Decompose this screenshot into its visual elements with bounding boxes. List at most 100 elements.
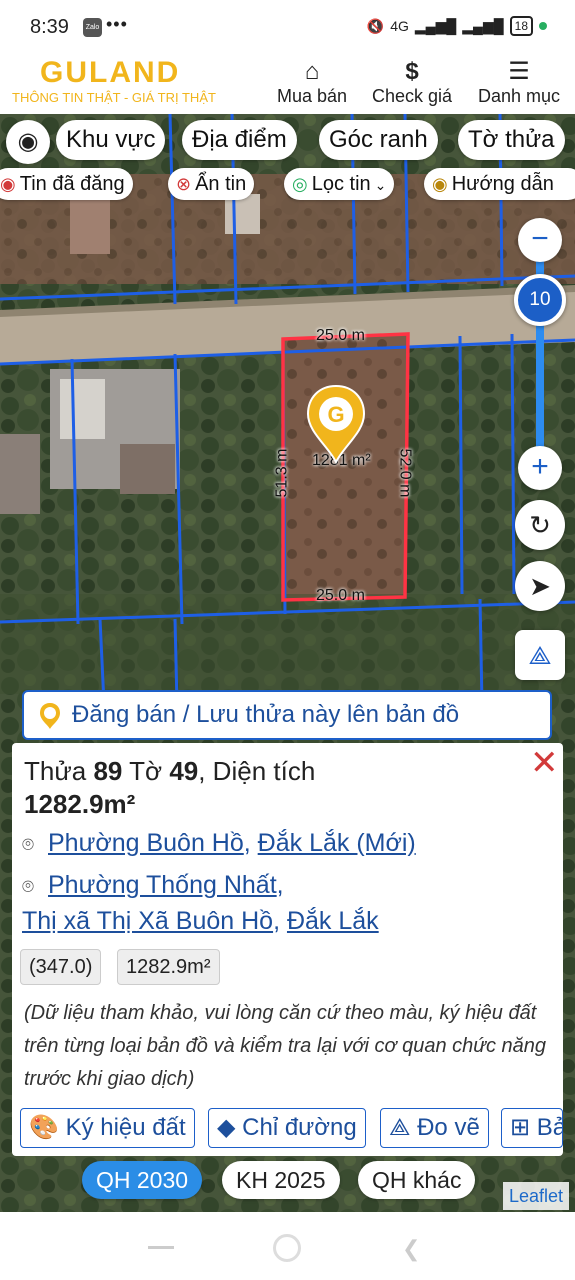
- guland-logo[interactable]: GULAND: [40, 56, 180, 90]
- directions-icon: ◆: [217, 1114, 236, 1141]
- location-pin-icon: ⌾: [22, 834, 34, 856]
- plot-number: 89: [93, 756, 123, 786]
- old-province-link[interactable]: Đắk Lắk: [287, 907, 379, 935]
- navigation-arrow-icon: ➤: [529, 571, 551, 601]
- directions-label: Chỉ đường: [242, 1114, 357, 1141]
- signal-icon-2: ▂▄▆█: [462, 17, 504, 34]
- status-bar: 8:39 Zalo ••• 🔇 4G ▂▄▆█ ▂▄▆█ 18: [0, 0, 575, 56]
- locate-me-button[interactable]: ◉: [6, 120, 50, 164]
- mute-icon: 🔇: [366, 17, 385, 34]
- new-address: ⌾ Phường Buôn Hồ, Đắk Lắk (Mới): [22, 829, 416, 857]
- refresh-button[interactable]: ↻: [515, 500, 565, 550]
- palette-icon: 🎨: [29, 1114, 59, 1141]
- buy-sell-button[interactable]: ⌂ Mua bán: [272, 58, 352, 107]
- more-notifications-icon: •••: [106, 14, 128, 34]
- elevation-tag: (347.0): [20, 949, 102, 985]
- measure-button[interactable]: ⟁ Đo vẽ: [380, 1108, 489, 1148]
- category-label: Danh mục: [477, 86, 561, 106]
- plot-bottom-length: 25.0 m: [316, 587, 365, 604]
- filter-label: Lọc tin: [311, 173, 371, 195]
- tab-qh-2030[interactable]: QH 2030: [82, 1161, 203, 1199]
- land-symbols-label: Ký hiệu đất: [65, 1114, 186, 1141]
- signal-icon: ▂▄▆█: [414, 17, 457, 34]
- new-ward-link[interactable]: Phường Buôn Hồ: [48, 829, 244, 857]
- old-town-link[interactable]: Thị xã Thị Xã Buôn Hồ: [22, 907, 273, 935]
- guland-pin-small-icon: [40, 702, 60, 729]
- tab-kh-2025[interactable]: KH 2025: [222, 1161, 340, 1199]
- zoom-in-button[interactable]: +: [518, 446, 562, 490]
- guide-icon: ◉: [432, 174, 448, 194]
- location-pin-icon-2: ⌾: [22, 876, 34, 898]
- check-price-label: Check giá: [371, 86, 453, 106]
- directions-button[interactable]: ◆ Chỉ đường: [208, 1108, 366, 1148]
- land-symbols-button[interactable]: 🎨 Ký hiệu đất: [20, 1108, 195, 1148]
- hide-icon: ⊗: [176, 174, 192, 194]
- posted-listings-chip[interactable]: ◉ Tin đã đăng: [0, 168, 133, 200]
- hide-listings-chip[interactable]: ⊗ Ẩn tin: [168, 168, 255, 200]
- buy-sell-label: Mua bán: [276, 86, 348, 106]
- category-menu-button[interactable]: ☰ Danh mục: [472, 58, 566, 107]
- map-layer-button[interactable]: ⊞ Bả: [501, 1108, 563, 1148]
- crosshair-icon: ◉: [17, 128, 39, 155]
- hide-label: Ẩn tin: [195, 173, 247, 195]
- filter-icon: ◎: [292, 174, 308, 194]
- refresh-icon: ↻: [529, 510, 551, 540]
- navigate-button[interactable]: ➤: [515, 561, 565, 611]
- zalo-icon: Zalo: [83, 18, 102, 37]
- dollar-icon: $: [405, 58, 419, 85]
- measure-tool-button[interactable]: ⟁: [515, 630, 565, 680]
- plot-label: Thửa: [24, 756, 87, 786]
- guland-pin-icon[interactable]: G: [304, 384, 368, 464]
- plot-title: Thửa 89 Tờ 49, Diện tích: [24, 755, 315, 787]
- sheet-number: 49: [169, 756, 199, 786]
- posted-icon: ◉: [0, 174, 16, 194]
- chevron-down-icon: ⌄: [374, 177, 387, 193]
- leaflet-attribution[interactable]: Leaflet: [503, 1182, 570, 1210]
- battery-icon: 18: [509, 16, 533, 36]
- sheet-label: Tờ: [129, 756, 163, 786]
- corner-filter-button[interactable]: Góc ranh: [319, 120, 438, 160]
- close-icon[interactable]: ✕: [530, 743, 559, 783]
- clock: 8:39: [30, 16, 69, 38]
- system-nav-bar: ❮: [0, 1212, 575, 1280]
- map-layer-label: Bả: [536, 1114, 562, 1141]
- network-label: 4G: [390, 18, 409, 34]
- sheet-filter-button[interactable]: Tờ thửa: [458, 120, 565, 160]
- filter-listings-chip[interactable]: ◎ Lọc tin ⌄: [284, 168, 395, 200]
- measure-icon: ⟁: [389, 1114, 411, 1141]
- zoom-out-button[interactable]: −: [518, 218, 562, 262]
- guide-chip[interactable]: ◉ Hướng dẫn: [424, 168, 575, 200]
- posted-label: Tin đã đăng: [19, 173, 125, 195]
- status-icons: 🔇 4G ▂▄▆█ ▂▄▆█ 18: [367, 16, 547, 36]
- back-button[interactable]: ❮: [402, 1236, 420, 1262]
- home-button[interactable]: [273, 1234, 301, 1262]
- app-header: GULAND THÔNG TIN THẬT - GIÁ TRỊ THẬT ⌂ M…: [0, 56, 575, 114]
- privacy-dot: [539, 22, 547, 30]
- old-address-line2: Thị xã Thị Xã Buôn Hồ, Đắk Lắk: [22, 907, 379, 935]
- grid-icon: ⊞: [510, 1114, 531, 1141]
- check-price-button[interactable]: $ Check giá: [366, 58, 458, 107]
- new-province-link[interactable]: Đắk Lắk (Mới): [258, 829, 416, 857]
- area-tag: 1282.9m²: [117, 949, 220, 985]
- old-address-line1: ⌾ Phường Thống Nhất,: [22, 871, 284, 899]
- tab-qh-other[interactable]: QH khác: [358, 1161, 476, 1199]
- plot-left-length: 51.3 m: [273, 448, 291, 498]
- guide-label: Hướng dẫn: [451, 173, 554, 195]
- recents-button[interactable]: [148, 1246, 174, 1249]
- plot-top-length: 25.0 m: [316, 327, 365, 344]
- post-listing-label: Đăng bán / Lưu thửa này lên bản đồ: [72, 701, 460, 728]
- plot-area: 1282.9m²: [24, 789, 136, 819]
- place-filter-button[interactable]: Địa điểm: [182, 120, 297, 160]
- measure-label: Đo vẽ: [417, 1114, 480, 1141]
- old-ward-link[interactable]: Phường Thống Nhất: [48, 871, 277, 899]
- zoom-slider-knob[interactable]: 10: [514, 274, 566, 326]
- post-listing-banner[interactable]: Đăng bán / Lưu thửa này lên bản đồ: [22, 690, 552, 740]
- area-filter-button[interactable]: Khu vực: [56, 120, 166, 160]
- tagline: THÔNG TIN THẬT - GIÁ TRỊ THẬT: [12, 90, 216, 105]
- plot-info-panel: Thửa 89 Tờ 49, Diện tích 1282.9m² ✕ ⌾ Phư…: [12, 743, 563, 1156]
- svg-text:G: G: [327, 402, 344, 427]
- disclaimer-note: (Dữ liệu tham khảo, vui lòng căn cứ theo…: [24, 1002, 547, 1090]
- area-label: , Diện tích: [198, 756, 316, 786]
- menu-icon: ☰: [508, 58, 530, 85]
- compass-icon: ⟁: [528, 640, 552, 670]
